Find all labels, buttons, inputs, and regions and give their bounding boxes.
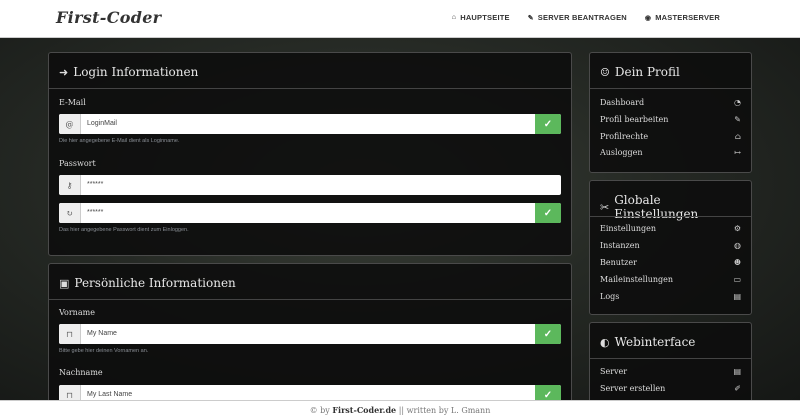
- login-panel-title: ➜ Login Informationen: [49, 53, 571, 79]
- inbox-icon: ▭: [733, 275, 741, 284]
- wrench-icon: ✂: [600, 200, 610, 214]
- lock-icon: ⊓: [59, 324, 81, 344]
- divider: [590, 88, 751, 89]
- footer: © by First-Coder.de || written by L. Gma…: [0, 400, 800, 420]
- divider: [590, 216, 751, 217]
- at-icon: @: [59, 114, 81, 134]
- profile-item-edit[interactable]: Profil bearbeiten ✎: [600, 115, 741, 124]
- profile-panel: ☺ Dein Profil Dashboard ◔ Profil bearbei…: [589, 52, 752, 173]
- firstname-field[interactable]: My Name: [81, 324, 535, 344]
- profile-item-rights[interactable]: Profilrechte ⌂: [600, 132, 741, 141]
- login-panel: ➜ Login Informationen E-Mail @ LoginMail…: [48, 52, 572, 256]
- user-icon: ☺: [600, 65, 610, 79]
- nav-menu: ⌂ HAUPTSEITE ✎ SERVER BEANTRAGEN ◉ MASTE…: [452, 13, 720, 22]
- item-label: Benutzer: [600, 258, 637, 267]
- server-icon: ▤: [733, 367, 741, 376]
- home-icon: ⌂: [451, 14, 457, 21]
- panel-title-text: Login Informationen: [73, 65, 199, 79]
- paint-brush-icon: ✐: [734, 384, 741, 393]
- divider: [49, 88, 571, 89]
- lastname-label: Nachname: [59, 368, 103, 377]
- email-help: Die hier angegebene E-Mail dient als Log…: [59, 138, 180, 144]
- item-label: Profil bearbeiten: [600, 115, 669, 124]
- email-input-group: @ LoginMail ✓: [59, 114, 561, 134]
- webinterface-panel-title: ◐ Webinterface: [590, 323, 751, 349]
- settings-panel-title: ✂ Globale Einstellungen: [590, 181, 751, 221]
- sign-in-icon: ➜: [59, 65, 69, 79]
- panel-title-text: Webinterface: [614, 335, 696, 349]
- globe-icon: ◍: [734, 241, 741, 250]
- password-label: Passwort: [59, 159, 96, 168]
- profile-item-dashboard[interactable]: Dashboard ◔: [600, 98, 741, 107]
- check-icon: ✓: [535, 114, 561, 134]
- panel-title-text: Dein Profil: [614, 65, 680, 79]
- divider: [590, 358, 751, 359]
- firstname-help: Bitte gebe hier deinen Vornamen an.: [59, 348, 149, 354]
- divider: [49, 299, 571, 300]
- settings-item-logs[interactable]: Logs ▤: [600, 292, 741, 301]
- password-repeat-field[interactable]: ******: [81, 203, 535, 223]
- item-label: Ausloggen: [600, 148, 643, 157]
- email-label: E-Mail: [59, 98, 86, 107]
- nav-label: HAUPTSEITE: [460, 13, 510, 22]
- id-card-icon: ▣: [59, 276, 70, 290]
- nav-hauptseite[interactable]: ⌂ HAUPTSEITE: [452, 13, 510, 22]
- settings-item-benutzer[interactable]: Benutzer ☻: [600, 258, 741, 267]
- footer-site-link[interactable]: First-Coder.de: [332, 405, 396, 415]
- settings-item-instanzen[interactable]: Instanzen ◍: [600, 241, 741, 250]
- password-repeat-input-group: ↻ ****** ✓: [59, 203, 561, 223]
- dashboard-icon: ◔: [734, 98, 741, 107]
- panel-title-text: Persönliche Informationen: [74, 276, 236, 290]
- profile-panel-title: ☺ Dein Profil: [590, 53, 751, 79]
- item-label: Einstellungen: [600, 224, 657, 233]
- item-label: Maileinstellungen: [600, 275, 674, 284]
- firstname-input-group: ⊓ My Name ✓: [59, 324, 561, 344]
- cogs-icon: ⚙: [733, 224, 741, 233]
- sign-out-icon: ↦: [734, 148, 741, 157]
- refresh-icon: ↻: [59, 203, 81, 223]
- bank-icon: ⌂: [734, 132, 741, 141]
- settings-item-mail[interactable]: Maileinstellungen ▭: [600, 275, 741, 284]
- item-label: Instanzen: [600, 241, 640, 250]
- webinterface-panel: ◐ Webinterface Server ▤ Server erstellen…: [589, 322, 752, 412]
- personal-panel: ▣ Persönliche Informationen Vorname ⊓ My…: [48, 263, 572, 413]
- check-icon: ✓: [535, 203, 561, 223]
- item-label: Server: [600, 367, 628, 376]
- footer-separator: ||: [398, 406, 405, 415]
- nav-label: SERVER BEANTRAGEN: [537, 13, 627, 22]
- item-label: Logs: [600, 292, 620, 301]
- eye-icon: ◉: [644, 14, 652, 22]
- password-help: Das hier angegebene Passwort dient zum E…: [59, 227, 189, 233]
- nav-server-beantragen[interactable]: ✎ SERVER BEANTRAGEN: [528, 13, 627, 22]
- edit-icon: ✎: [734, 115, 741, 124]
- firstname-label: Vorname: [59, 308, 95, 317]
- navbar: First-Coder ⌂ HAUPTSEITE ✎ SERVER BEANTR…: [0, 0, 800, 38]
- teamspeak-icon: ◐: [600, 335, 610, 349]
- webinterface-item-server[interactable]: Server ▤: [600, 367, 741, 376]
- webinterface-item-create[interactable]: Server erstellen ✐: [600, 384, 741, 393]
- settings-panel: ✂ Globale Einstellungen Einstellungen ⚙ …: [589, 180, 752, 315]
- item-label: Profilrechte: [600, 132, 649, 141]
- users-icon: ☻: [733, 258, 741, 267]
- password-input-group: ⚷ ******: [59, 175, 561, 195]
- check-icon: ✓: [535, 324, 561, 344]
- item-label: Server erstellen: [600, 384, 666, 393]
- password-field[interactable]: ******: [81, 175, 561, 195]
- edit-icon: ✎: [527, 14, 534, 22]
- archive-icon: ▤: [733, 292, 741, 301]
- footer-author: written by L. Gmann: [406, 406, 491, 415]
- brand-logo[interactable]: First-Coder: [56, 8, 161, 27]
- key-icon: ⚷: [59, 175, 81, 195]
- profile-item-logout[interactable]: Ausloggen ↦: [600, 148, 741, 157]
- footer-prefix: © by: [309, 406, 330, 415]
- nav-label: MASTERSERVER: [655, 13, 720, 22]
- personal-panel-title: ▣ Persönliche Informationen: [49, 264, 571, 290]
- nav-masterserver[interactable]: ◉ MASTERSERVER: [645, 13, 720, 22]
- email-field[interactable]: LoginMail: [81, 114, 535, 134]
- settings-item-einstellungen[interactable]: Einstellungen ⚙: [600, 224, 741, 233]
- item-label: Dashboard: [600, 98, 645, 107]
